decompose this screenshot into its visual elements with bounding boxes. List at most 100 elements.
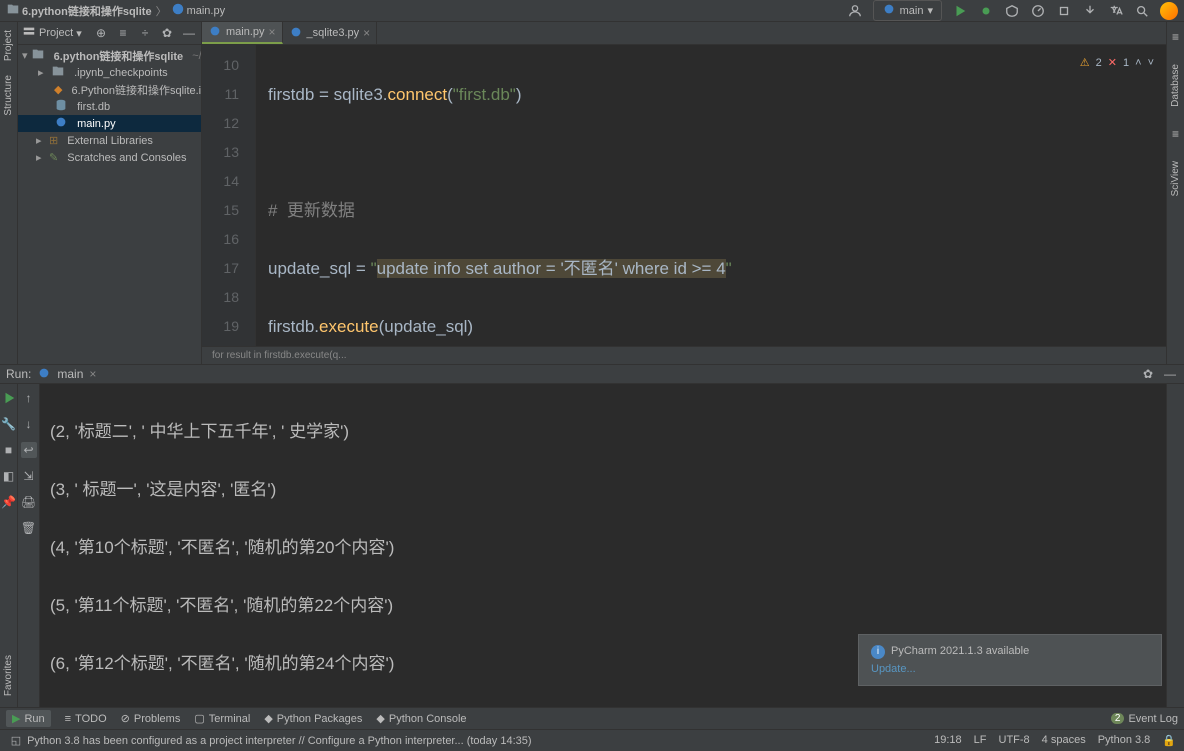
wrench-icon[interactable]: 🔧 xyxy=(1,416,17,432)
bottom-tool-bar: ▶Run ≡TODO ⊘Problems ▢Terminal ◆Python P… xyxy=(0,707,1184,729)
git-icon[interactable] xyxy=(1082,3,1098,19)
down-icon[interactable]: ↓ xyxy=(21,416,37,432)
search-icon[interactable] xyxy=(1134,3,1150,19)
editor-area: main.py × _sqlite3.py × 1011121314151617… xyxy=(202,22,1166,364)
tool-pypackages[interactable]: ◆Python Packages xyxy=(264,712,362,725)
python-icon xyxy=(882,2,896,19)
print-icon[interactable]: 🖨 xyxy=(21,494,37,510)
editor-tab-bar: main.py × _sqlite3.py × xyxy=(202,22,1166,45)
folder-icon xyxy=(6,2,20,19)
tree-pysqlite[interactable]: ◆ 6.Python链接和操作sqlite.ip xyxy=(18,81,201,98)
profile-button[interactable] xyxy=(1030,3,1046,19)
favorites-tool-tab[interactable]: Favorites xyxy=(3,655,14,696)
tree-root[interactable]: ▾ 6.python链接和操作sqlite ~/D xyxy=(18,47,201,64)
status-bar: ◱ Python 3.8 has been configured as a pr… xyxy=(0,729,1184,751)
layout-icon[interactable]: ◧ xyxy=(1,468,17,484)
lock-icon[interactable]: 🔒 xyxy=(1162,734,1176,747)
top-bar: 6.python链接和操作sqlite 〉 main.py main ▾ xyxy=(0,0,1184,22)
project-tree[interactable]: ▾ 6.python链接和操作sqlite ~/D ▸ .ipynb_check… xyxy=(18,45,201,168)
tool-problems[interactable]: ⊘Problems xyxy=(121,712,181,725)
run-config-selector[interactable]: main ▾ xyxy=(873,0,942,21)
run-panel-header: Run: main × ✿ — xyxy=(0,364,1184,384)
rerun-button[interactable] xyxy=(1,390,17,406)
structure-tool-tab[interactable]: Structure xyxy=(3,75,14,116)
python-icon xyxy=(208,24,222,41)
python-icon xyxy=(171,2,185,19)
hide-icon[interactable]: — xyxy=(181,25,197,41)
tool-window-icon[interactable]: ◱ xyxy=(8,733,24,749)
cursor-position[interactable]: 19:18 xyxy=(934,734,962,747)
python-icon xyxy=(289,25,303,42)
menu-icon[interactable]: ≡ xyxy=(1172,30,1179,44)
editor-breadcrumb[interactable]: for result in firstdb.execute(q... xyxy=(202,346,1166,364)
error-icon: ✕ xyxy=(1108,49,1117,78)
project-view-icon xyxy=(22,25,36,42)
breadcrumb-project: 6.python链接和操作sqlite xyxy=(22,3,152,19)
editor[interactable]: 10111213141516171819 firstdb = sqlite3.c… xyxy=(202,45,1166,346)
chevron-down-icon: ▾ xyxy=(927,4,933,17)
tree-scratches[interactable]: ▸✎ Scratches and Consoles xyxy=(18,149,201,166)
run-label: Run: xyxy=(6,367,31,381)
up-icon[interactable]: ↑ xyxy=(21,390,37,406)
project-panel-title[interactable]: Project ▾ xyxy=(22,25,82,42)
tree-external[interactable]: ▸⊞ External Libraries xyxy=(18,132,201,149)
debug-button[interactable] xyxy=(978,3,994,19)
close-icon[interactable]: × xyxy=(269,25,276,39)
hide-icon[interactable]: — xyxy=(1162,366,1178,382)
update-notification[interactable]: iPyCharm 2021.1.3 available Update... xyxy=(858,634,1162,686)
sciview-tool-tab[interactable]: SciView xyxy=(1170,161,1181,196)
tool-todo[interactable]: ≡TODO xyxy=(65,713,107,725)
inspection-badges[interactable]: ⚠2 ✕1 ˄ ˅ xyxy=(1080,49,1154,78)
expand-all-icon[interactable]: ≡ xyxy=(115,25,131,41)
indent[interactable]: 4 spaces xyxy=(1042,734,1086,747)
encoding[interactable]: UTF-8 xyxy=(999,734,1030,747)
database-tool-tab[interactable]: Database xyxy=(1170,64,1181,107)
tab-main[interactable]: main.py × xyxy=(202,22,283,44)
tree-firstdb[interactable]: first.db xyxy=(18,98,201,115)
tool-terminal[interactable]: ▢Terminal xyxy=(194,712,250,725)
code-content[interactable]: firstdb = sqlite3.connect("first.db") # … xyxy=(256,45,1166,346)
user-icon[interactable] xyxy=(847,3,863,19)
left-gutter: Project Structure xyxy=(0,22,18,364)
warning-icon: ⚠ xyxy=(1080,49,1090,78)
menu-icon[interactable]: ≡ xyxy=(1172,127,1179,141)
close-icon[interactable]: × xyxy=(89,367,96,381)
line-separator[interactable]: LF xyxy=(974,734,987,747)
trash-icon[interactable]: 🗑 xyxy=(21,520,37,536)
chevron-down-icon[interactable]: ˅ xyxy=(1148,49,1154,78)
chevron-up-icon[interactable]: ˄ xyxy=(1135,49,1141,78)
tree-ipynb[interactable]: ▸ .ipynb_checkpoints xyxy=(18,64,201,81)
project-panel: Project ▾ ⊕ ≡ ÷ ✿ — ▾ 6.python链接和操作sqlit… xyxy=(18,22,202,364)
softwrap-icon[interactable]: ↩ xyxy=(21,442,37,458)
tab-sqlite3[interactable]: _sqlite3.py × xyxy=(283,22,378,44)
right-gutter: ≡ Database ≡ SciView xyxy=(1166,22,1184,364)
breadcrumb-file: main.py xyxy=(187,5,226,17)
stop-button[interactable] xyxy=(1056,3,1072,19)
gear-icon[interactable]: ✿ xyxy=(159,25,175,41)
collapse-all-icon[interactable]: ÷ xyxy=(137,25,153,41)
breadcrumb[interactable]: 6.python链接和操作sqlite 〉 main.py xyxy=(6,2,225,19)
stop-icon[interactable]: ■ xyxy=(1,442,17,458)
run-button[interactable] xyxy=(952,3,968,19)
chevron-down-icon: ▾ xyxy=(76,27,82,40)
python-icon xyxy=(37,366,51,383)
translate-icon[interactable] xyxy=(1108,3,1124,19)
avatar[interactable] xyxy=(1160,2,1178,20)
info-icon: i xyxy=(871,645,885,659)
close-icon[interactable]: × xyxy=(363,26,370,40)
tool-run[interactable]: ▶Run xyxy=(6,710,51,727)
tree-mainpy[interactable]: main.py xyxy=(18,115,201,132)
scroll-icon[interactable]: ⇲ xyxy=(21,468,37,484)
run-target: main xyxy=(57,367,83,381)
select-opened-file-icon[interactable]: ⊕ xyxy=(93,25,109,41)
coverage-button[interactable] xyxy=(1004,3,1020,19)
update-link[interactable]: Update... xyxy=(871,663,1149,675)
pin-icon[interactable]: 📌 xyxy=(1,494,17,510)
project-tool-tab[interactable]: Project xyxy=(3,30,14,61)
tool-pyconsole[interactable]: ◆Python Console xyxy=(376,712,466,725)
run-config-name: main xyxy=(900,5,924,17)
status-message[interactable]: Python 3.8 has been configured as a proj… xyxy=(27,735,531,747)
interpreter[interactable]: Python 3.8 xyxy=(1098,734,1151,747)
gear-icon[interactable]: ✿ xyxy=(1140,366,1156,382)
tool-eventlog[interactable]: 2Event Log xyxy=(1111,713,1178,725)
